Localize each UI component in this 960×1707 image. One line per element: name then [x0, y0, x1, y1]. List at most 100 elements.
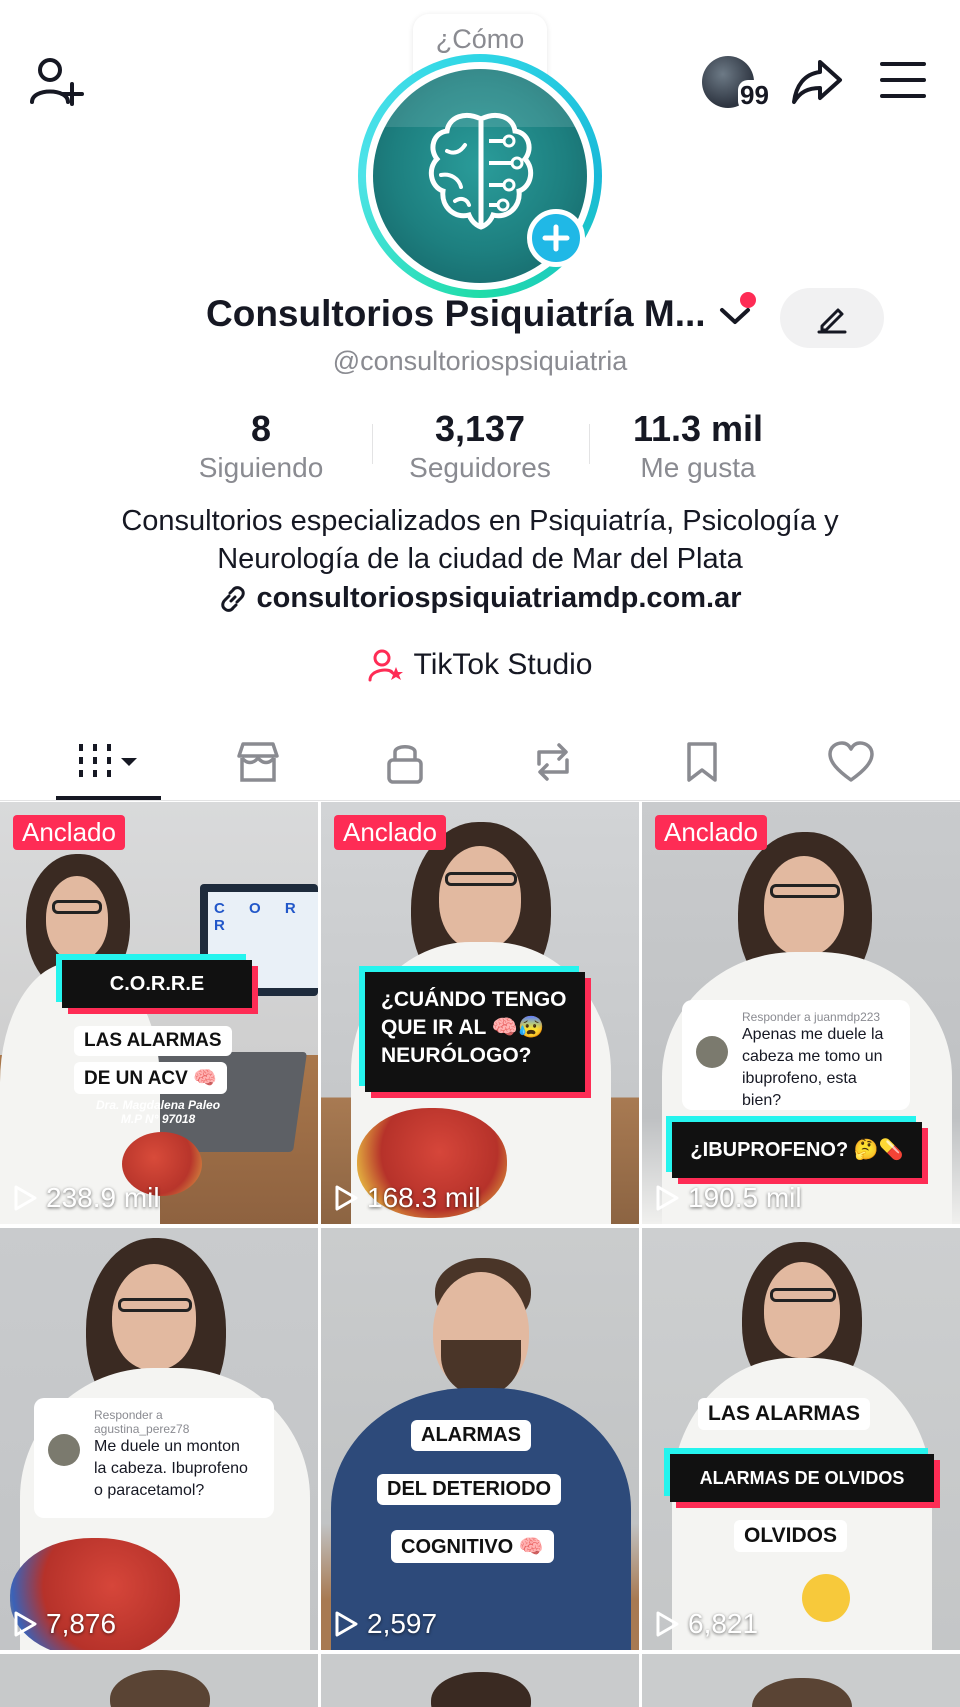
bio-link[interactable]: consultoriospsiquiatriamdp.com.ar [0, 582, 960, 615]
video-tile[interactable]: ALARMAS DEL DETERIODO COGNITIVO 🧠 2,597 [321, 1228, 639, 1650]
tiktok-studio-button[interactable]: TikTok Studio [0, 648, 960, 682]
menu-button[interactable] [880, 60, 926, 100]
reply-line: la cabeza. Ibuprofeno [94, 1460, 248, 1477]
thinking-emoji [802, 1574, 850, 1622]
hamburger-menu-icon [880, 62, 926, 98]
repost-icon [537, 743, 569, 781]
reply-line: Me duele un monton [94, 1438, 240, 1455]
video-tile[interactable]: ¿CUÁNDO TENGO QUE IR AL 🧠😰 NEURÓLOGO? An… [321, 802, 639, 1224]
profile-handle: @consultoriospsiquiatria [332, 346, 628, 376]
shop-icon [237, 742, 279, 782]
tab-saved[interactable] [628, 722, 776, 802]
stat-divider [372, 424, 373, 464]
video-caption: DE UN ACV 🧠 [74, 1062, 227, 1094]
bio-line: Consultorios especializados en Psiquiatr… [121, 505, 839, 537]
view-count-text: 238.9 mil [46, 1182, 160, 1213]
bio-link-text: consultoriospsiquiatriamdp.com.ar [256, 582, 742, 614]
credit-line: Dra. Magdalena Paleo [96, 1098, 221, 1112]
creator-star-icon [368, 649, 403, 682]
reply-to: Responder a juanmdp223 [742, 1010, 881, 1024]
video-tile[interactable] [321, 1654, 639, 1707]
pencil-icon [817, 308, 847, 334]
stat-likes[interactable]: 11.3 mil Me gusta [598, 408, 798, 486]
visitors-badge: 99 [738, 80, 771, 111]
bio-line: Neurología de la ciudad de Mar del Plata [217, 543, 743, 575]
play-icon [656, 1185, 679, 1211]
caption-line: NEURÓLOGO? [381, 1044, 532, 1067]
brain-circuit-icon [428, 113, 534, 230]
reply-line: Apenas me duele la [742, 1026, 884, 1043]
bookmark-icon [687, 742, 717, 782]
view-count: 168.3 mil [333, 1182, 481, 1214]
view-count-text: 2,597 [367, 1608, 438, 1639]
video-caption: ALARMAS DE OLVIDOS [670, 1454, 934, 1502]
video-caption: OLVIDOS [734, 1520, 847, 1552]
stat-label: Seguidores [409, 452, 551, 483]
pinned-badge: Anclado [334, 815, 446, 850]
reply-text: Me duele un monton la cabeza. Ibuprofeno… [94, 1436, 260, 1502]
profile-name: Consultorios Psiquiatría M... [206, 293, 706, 334]
pinned-badge: Anclado [13, 815, 125, 850]
profile-tabs [0, 722, 960, 802]
tab-videos[interactable] [34, 722, 182, 802]
view-count: 190.5 mil [654, 1182, 802, 1214]
video-caption: COGNITIVO 🧠 [391, 1530, 554, 1563]
heart-icon [828, 741, 874, 782]
video-credit: Dra. Magdalena Paleo M.P N° 97018 [96, 1098, 220, 1126]
video-caption: DEL DETERIODO [377, 1474, 562, 1505]
video-tile[interactable] [0, 1654, 318, 1707]
account-switcher-button[interactable] [716, 288, 758, 334]
tab-liked[interactable] [777, 722, 925, 802]
video-caption: LAS ALARMAS [74, 1026, 232, 1056]
video-tile[interactable]: Responder a juanmdp223 Apenas me duele l… [642, 802, 960, 1224]
play-icon [14, 1611, 37, 1637]
reply-to: Responder a agustina_perez78 [94, 1408, 190, 1436]
reply-avatar [696, 1036, 728, 1068]
profile-bio: Consultorios especializados en Psiquiatr… [60, 502, 900, 578]
add-story-button[interactable] [527, 209, 585, 267]
play-icon [14, 1185, 37, 1211]
video-caption: LAS ALARMAS [698, 1398, 871, 1430]
stat-divider [589, 424, 590, 464]
reply-card: Responder a agustina_perez78 Me duele un… [34, 1398, 274, 1518]
edit-profile-button[interactable] [780, 288, 884, 348]
person-plus-icon [30, 58, 84, 106]
play-icon [656, 1611, 679, 1637]
video-caption: ¿IBUPROFENO? 🤔💊 [672, 1122, 922, 1178]
add-friend-button[interactable] [28, 54, 86, 110]
reply-avatar [48, 1434, 80, 1466]
caption-line: QUE IR AL 🧠😰 [381, 1016, 545, 1039]
view-count-text: 168.3 mil [367, 1182, 481, 1213]
stat-value: 11.3 mil [632, 408, 764, 449]
tab-private[interactable] [331, 722, 479, 802]
caption-line: ¿CUÁNDO TENGO [381, 988, 567, 1011]
lock-icon [387, 745, 423, 784]
reply-line: cabeza me tomo un [742, 1048, 883, 1065]
stat-followers[interactable]: 3,137 Seguidores [380, 408, 580, 486]
video-tile[interactable]: Responder a agustina_perez78 Me duele un… [0, 1228, 318, 1650]
play-icon [335, 1611, 358, 1637]
view-count-text: 190.5 mil [688, 1182, 802, 1213]
stat-label: Siguiendo [198, 452, 324, 483]
view-count: 238.9 mil [12, 1182, 160, 1214]
stat-following[interactable]: 8 Siguiendo [161, 408, 361, 486]
video-tile[interactable]: C O R R C.O.R.R.E LAS ALARMAS DE UN ACV … [0, 802, 318, 1224]
grid-bars-icon [79, 744, 137, 780]
notification-dot [740, 292, 756, 308]
share-button[interactable] [790, 54, 844, 108]
video-tile[interactable] [642, 1654, 960, 1707]
reply-line: o paracetamol? [94, 1482, 205, 1499]
view-count: 6,821 [654, 1608, 758, 1640]
plus-icon [542, 224, 570, 252]
profile-visitors-button[interactable]: 99 [702, 56, 780, 112]
share-arrow-icon [792, 60, 842, 104]
reply-text: Apenas me duele la cabeza me tomo un ibu… [742, 1024, 896, 1112]
pinned-badge: Anclado [655, 815, 767, 850]
video-tile[interactable]: LAS ALARMAS ALARMAS DE OLVIDOS OLVIDOS 6… [642, 1228, 960, 1650]
tab-shop[interactable] [184, 722, 332, 802]
video-caption: C.O.R.R.E [62, 960, 252, 1008]
link-icon [221, 585, 246, 612]
view-count-text: 6,821 [688, 1608, 759, 1639]
view-count-text: 7,876 [46, 1608, 117, 1639]
tab-reposts[interactable] [479, 722, 627, 802]
